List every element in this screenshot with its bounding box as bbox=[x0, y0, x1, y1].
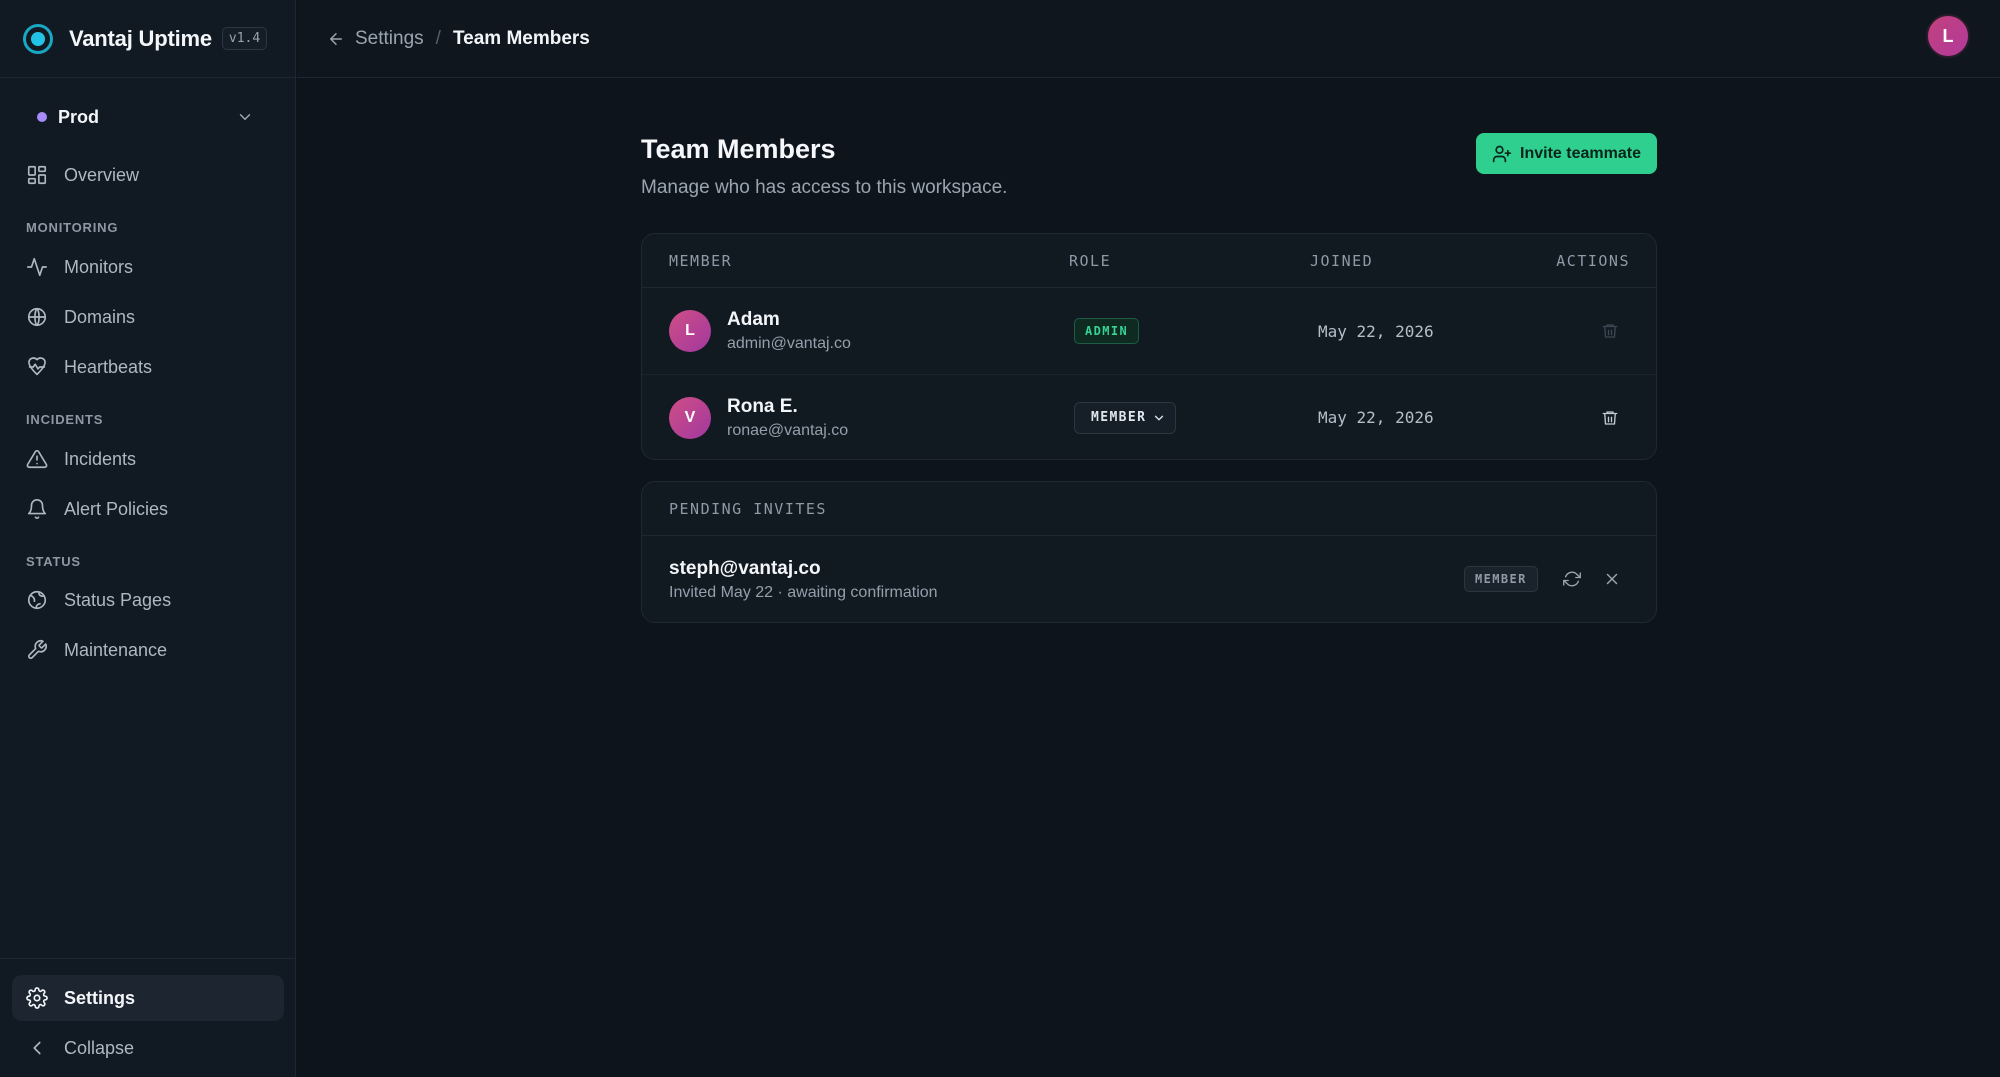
page-title: Team Members bbox=[641, 134, 836, 164]
invite-teammate-button[interactable]: Invite teammate bbox=[1476, 133, 1657, 174]
breadcrumb-separator: / bbox=[435, 27, 441, 49]
trash-icon bbox=[1602, 410, 1618, 425]
avatar: V bbox=[669, 396, 711, 439]
role-badge-admin: ADMIN bbox=[1074, 318, 1140, 344]
sidebar-item-label: Incidents bbox=[64, 448, 137, 469]
close-icon bbox=[1606, 573, 1618, 585]
sidebar-item-alert-policies[interactable]: Alert Policies bbox=[12, 486, 284, 532]
header-role: ROLE bbox=[1069, 251, 1112, 270]
version-badge: v1.4 bbox=[221, 27, 268, 50]
invite-status: Invited May 22 · awaiting confirmation bbox=[669, 584, 938, 601]
table-row: L Adam admin@vantaj.co ADMIN May 22, 202… bbox=[642, 288, 1656, 374]
section-monitoring: MONITORING bbox=[26, 220, 119, 235]
gear-icon bbox=[26, 987, 48, 1009]
sidebar-item-label: Heartbeats bbox=[64, 356, 153, 377]
chevron-down-icon bbox=[1154, 415, 1164, 420]
alert-triangle-icon bbox=[26, 449, 48, 469]
sidebar-item-label: Settings bbox=[64, 987, 136, 1008]
environment-dot bbox=[37, 112, 47, 122]
header-actions: ACTIONS bbox=[1556, 251, 1630, 270]
sidebar-item-label: Domains bbox=[64, 306, 136, 327]
sidebar-item-settings[interactable]: Settings bbox=[12, 975, 284, 1021]
sidebar-item-label: Alert Policies bbox=[64, 498, 169, 519]
logo-icon bbox=[23, 23, 53, 54]
member-cell: V Rona E. ronae@vantaj.co bbox=[669, 396, 848, 440]
refresh-icon bbox=[1563, 571, 1581, 587]
member-name: Adam bbox=[727, 309, 780, 330]
pending-invites-header: PENDING INVITES bbox=[642, 482, 1656, 536]
avatar[interactable]: L bbox=[1926, 14, 1970, 58]
sidebar-divider bbox=[0, 958, 296, 959]
invite-teammate-label: Invite teammate bbox=[1520, 144, 1641, 162]
bell-icon bbox=[27, 499, 47, 519]
sidebar-item-label: Maintenance bbox=[64, 639, 168, 660]
sidebar-item-label: Monitors bbox=[64, 256, 134, 277]
cancel-invite-button[interactable] bbox=[1601, 568, 1623, 590]
member-email: ronae@vantaj.co bbox=[727, 421, 849, 439]
pending-invites-card: PENDING INVITES steph@vantaj.co Invited … bbox=[641, 481, 1657, 623]
role-badge-member: MEMBER bbox=[1464, 566, 1538, 592]
role-select[interactable]: MEMBER bbox=[1074, 401, 1176, 434]
invite-email: steph@vantaj.co bbox=[669, 558, 821, 579]
delete-member-button[interactable] bbox=[1599, 407, 1621, 429]
chevron-left-icon bbox=[33, 1041, 41, 1055]
member-cell: L Adam admin@vantaj.co bbox=[669, 309, 851, 353]
chevron-down-icon bbox=[239, 114, 251, 120]
sidebar-item-heartbeats[interactable]: Heartbeats bbox=[12, 344, 284, 390]
activity-icon bbox=[27, 257, 47, 277]
section-incidents: INCIDENTS bbox=[26, 412, 104, 427]
list-item: steph@vantaj.co Invited May 22 · awaitin… bbox=[642, 536, 1656, 622]
sidebar: Vantaj Uptime v1.4 Prod Overview MONITOR… bbox=[0, 0, 296, 1077]
environment-name: Prod bbox=[58, 106, 100, 127]
member-name: Rona E. bbox=[727, 395, 798, 417]
sidebar-item-label: Status Pages bbox=[64, 589, 172, 610]
member-email: admin@vantaj.co bbox=[727, 335, 851, 352]
breadcrumb-current: Team Members bbox=[452, 27, 590, 49]
heart-pulse-icon bbox=[28, 357, 46, 376]
sidebar-item-maintenance[interactable]: Maintenance bbox=[12, 627, 284, 673]
environment-selector[interactable]: Prod bbox=[26, 104, 262, 130]
header-joined: JOINED bbox=[1310, 251, 1374, 270]
sidebar-item-overview[interactable]: Overview bbox=[12, 152, 284, 198]
user-plus-icon bbox=[1492, 145, 1512, 162]
sidebar-item-domains[interactable]: Domains bbox=[12, 294, 284, 340]
role-cell: ADMIN bbox=[1074, 318, 1140, 344]
globe-icon bbox=[27, 307, 47, 327]
section-status: STATUS bbox=[26, 554, 81, 569]
avatar: L bbox=[669, 310, 711, 352]
delete-member-button-disabled bbox=[1599, 320, 1621, 342]
trash-icon bbox=[1602, 324, 1618, 338]
globe-status-icon bbox=[27, 590, 47, 610]
members-table: MEMBER ROLE JOINED ACTIONS L Adam admin@… bbox=[641, 233, 1657, 460]
page-subtitle: Manage who has access to this workspace. bbox=[641, 177, 1008, 198]
joined-date: May 22, 2026 bbox=[1318, 408, 1434, 427]
sidebar-item-label: Overview bbox=[64, 164, 140, 185]
topbar: Settings / Team Members L bbox=[297, 0, 2000, 78]
app-name: Vantaj Uptime bbox=[69, 25, 212, 51]
sidebar-item-monitors[interactable]: Monitors bbox=[12, 244, 284, 290]
wrench-icon bbox=[28, 640, 47, 659]
breadcrumb-settings-link[interactable]: Settings bbox=[355, 28, 424, 50]
sidebar-item-incidents[interactable]: Incidents bbox=[12, 436, 284, 482]
resend-invite-button[interactable] bbox=[1561, 568, 1583, 590]
grid-icon bbox=[27, 165, 47, 185]
arrow-left-icon[interactable] bbox=[327, 30, 345, 48]
breadcrumb: Settings / Team Members bbox=[327, 28, 590, 50]
header-member: MEMBER bbox=[669, 251, 733, 270]
collapse-button[interactable]: Collapse bbox=[12, 1025, 284, 1071]
table-header: MEMBER ROLE JOINED ACTIONS bbox=[642, 234, 1656, 288]
table-row: V Rona E. ronae@vantaj.co MEMBER May 22,… bbox=[642, 374, 1656, 459]
role-select-value: MEMBER bbox=[1091, 410, 1147, 425]
sidebar-item-status-pages[interactable]: Status Pages bbox=[12, 577, 284, 623]
joined-date: May 22, 2026 bbox=[1318, 321, 1434, 341]
brand: Vantaj Uptime v1.4 bbox=[0, 0, 295, 78]
sidebar-item-label: Collapse bbox=[64, 1037, 135, 1058]
